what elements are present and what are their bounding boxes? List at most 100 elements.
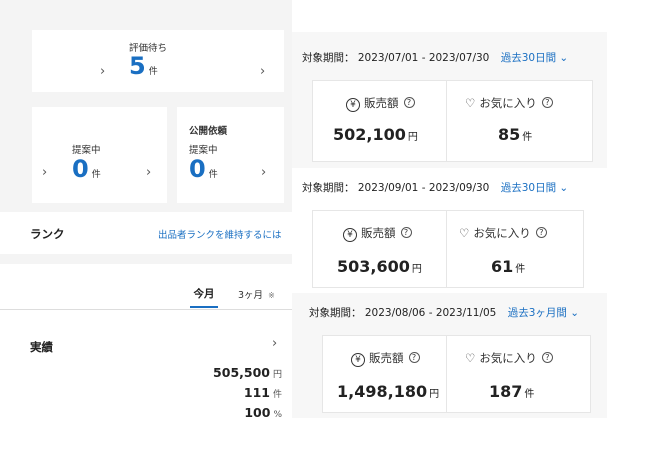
result-row-sales: 505,500 円 [213,365,282,380]
chevron-down-icon: ⌄ [570,307,580,319]
tab-active-underline [190,306,218,308]
public-request-unit: 件 [208,170,218,180]
tab-three-month-label: 3ヶ月 [238,290,264,301]
public-request-number: 0 [189,155,206,183]
rank-card: ランク 出品者ランクを維持するには [0,212,292,254]
favorites-label-row: ♡ お気に入り? [459,225,547,241]
period-row: 対象期間： 2023/07/01 - 2023/07/30 過去30日間 ⌄ [302,50,568,65]
help-icon[interactable]: ? [408,352,420,363]
range-select[interactable]: 過去30日間 ⌄ [501,52,569,64]
sales-value: 503,600 円 [337,257,422,276]
proposal-number: 0 [72,155,89,183]
yen-icon: ¥ [346,98,360,112]
favorites-unit: 件 [522,132,533,143]
public-request-count: 0件 [189,155,218,183]
favorites-box: ♡ お気に入り? 187 件 [446,335,591,413]
period-row: 対象期間： 2023/08/06 - 2023/11/05 過去3ヶ月間 ⌄ [309,305,579,320]
result-row-count: 111 件 [244,385,282,400]
sales-label-row: ¥ 販売額? [351,350,420,367]
stats-panel-2: 対象期間： 2023/09/01 - 2023/09/30 過去30日間 ⌄ ¥… [292,168,592,293]
chevron-right-icon: › [100,64,106,79]
tab-three-month[interactable]: 3ヶ月 ※ [238,283,275,302]
proposal-card[interactable]: › 提案中 0件 › [32,107,167,203]
public-request-card[interactable]: 公開依頼 提案中 0件 › [177,107,284,203]
favorites-value: 85 件 [498,125,532,144]
period-range: 2023/09/01 - 2023/09/30 [357,182,490,194]
sales-box: ¥ 販売額? 502,100 円 [312,80,448,162]
sales-unit: 円 [411,264,422,275]
sales-unit: 円 [429,389,440,400]
results-card: 今月 3ヶ月 ※ 実績 › 505,500 円 111 件 100% [0,264,292,473]
yen-icon: ¥ [343,228,357,242]
chevron-right-icon: › [146,165,152,180]
proposal-unit: 件 [91,170,101,180]
favorites-number: 61 [491,257,514,276]
period-label: 対象期間： [302,182,355,194]
help-icon[interactable]: ? [400,227,412,238]
stats-panel-1: 対象期間： 2023/07/01 - 2023/07/30 過去30日間 ⌄ ¥… [292,32,607,168]
review-wait-unit: 件 [148,67,158,77]
sales-box: ¥ 販売額? 1,498,180 円 [322,335,448,413]
favorites-label: お気に入り [479,351,537,365]
range-select-label: 過去3ヶ月間 [507,307,567,319]
chevron-right-icon: › [261,165,267,180]
dashboard-left-panel: › 評価待ち 5件 › › 提案中 0件 › 公開依頼 提案中 0件 › ランク… [0,0,292,473]
review-wait-count: 5件 [129,52,158,80]
proposal-label: 提案中 [72,145,101,156]
favorites-unit: 件 [515,264,526,275]
sales-number: 502,100 [333,125,406,144]
results-title: 実績 [30,340,53,354]
period-label: 対象期間： [302,52,355,64]
result-rate-unit: % [273,410,282,420]
chevron-right-icon[interactable]: › [272,336,277,351]
favorites-box: ♡ お気に入り? 85 件 [446,80,593,162]
favorites-label: お気に入り [473,226,531,240]
result-rate-value: 100 [244,405,271,420]
tab-three-month-note: ※ [268,291,275,300]
tabs-divider [0,309,292,310]
result-sales-value: 505,500 [213,365,270,380]
sales-label: 販売額 [361,226,396,240]
favorites-number: 187 [489,382,523,401]
yen-icon: ¥ [351,353,365,367]
period-label: 対象期間： [309,307,362,319]
range-select[interactable]: 過去30日間 ⌄ [501,182,569,194]
result-row-rate: 100% [244,405,282,420]
help-icon[interactable]: ? [403,97,415,108]
chevron-down-icon: ⌄ [559,52,569,64]
favorites-label-row: ♡ お気に入り? [465,95,553,111]
heart-icon: ♡ [465,96,476,110]
help-icon[interactable]: ? [541,97,553,108]
public-request-label: 提案中 [189,145,218,156]
result-count-value: 111 [243,385,270,400]
range-select-label: 過去30日間 [500,52,557,64]
tab-current-month-label: 今月 [193,288,215,300]
help-icon[interactable]: ? [541,352,553,363]
sales-box: ¥ 販売額? 503,600 円 [312,210,448,288]
sales-number: 503,600 [337,257,410,276]
tab-current-month[interactable]: 今月 [190,282,218,301]
favorites-number: 85 [498,125,521,144]
favorites-label: お気に入り [479,96,537,110]
range-select-label: 過去30日間 [500,182,557,194]
period-range: 2023/07/01 - 2023/07/30 [357,52,490,64]
review-wait-number: 5 [129,52,146,80]
rank-title: ランク [30,227,65,241]
review-wait-card[interactable]: › 評価待ち 5件 › [32,30,284,92]
chevron-down-icon: ⌄ [559,182,569,194]
sales-label: 販売額 [369,351,404,365]
range-select[interactable]: 過去3ヶ月間 ⌄ [508,307,579,319]
help-icon[interactable]: ? [535,227,547,238]
sales-label: 販売額 [364,96,399,110]
favorites-unit: 件 [524,389,535,400]
result-sales-unit: 円 [272,370,282,380]
rank-maintain-link[interactable]: 出品者ランクを維持するには [158,227,282,241]
proposal-count: 0件 [72,155,101,183]
chevron-right-icon: › [260,64,266,79]
sales-value: 502,100 円 [333,125,418,144]
heart-icon: ♡ [459,226,470,240]
period-range: 2023/08/06 - 2023/11/05 [364,307,497,319]
chevron-right-icon: › [42,165,48,180]
sales-unit: 円 [407,132,418,143]
sales-label-row: ¥ 販売額? [346,95,415,112]
